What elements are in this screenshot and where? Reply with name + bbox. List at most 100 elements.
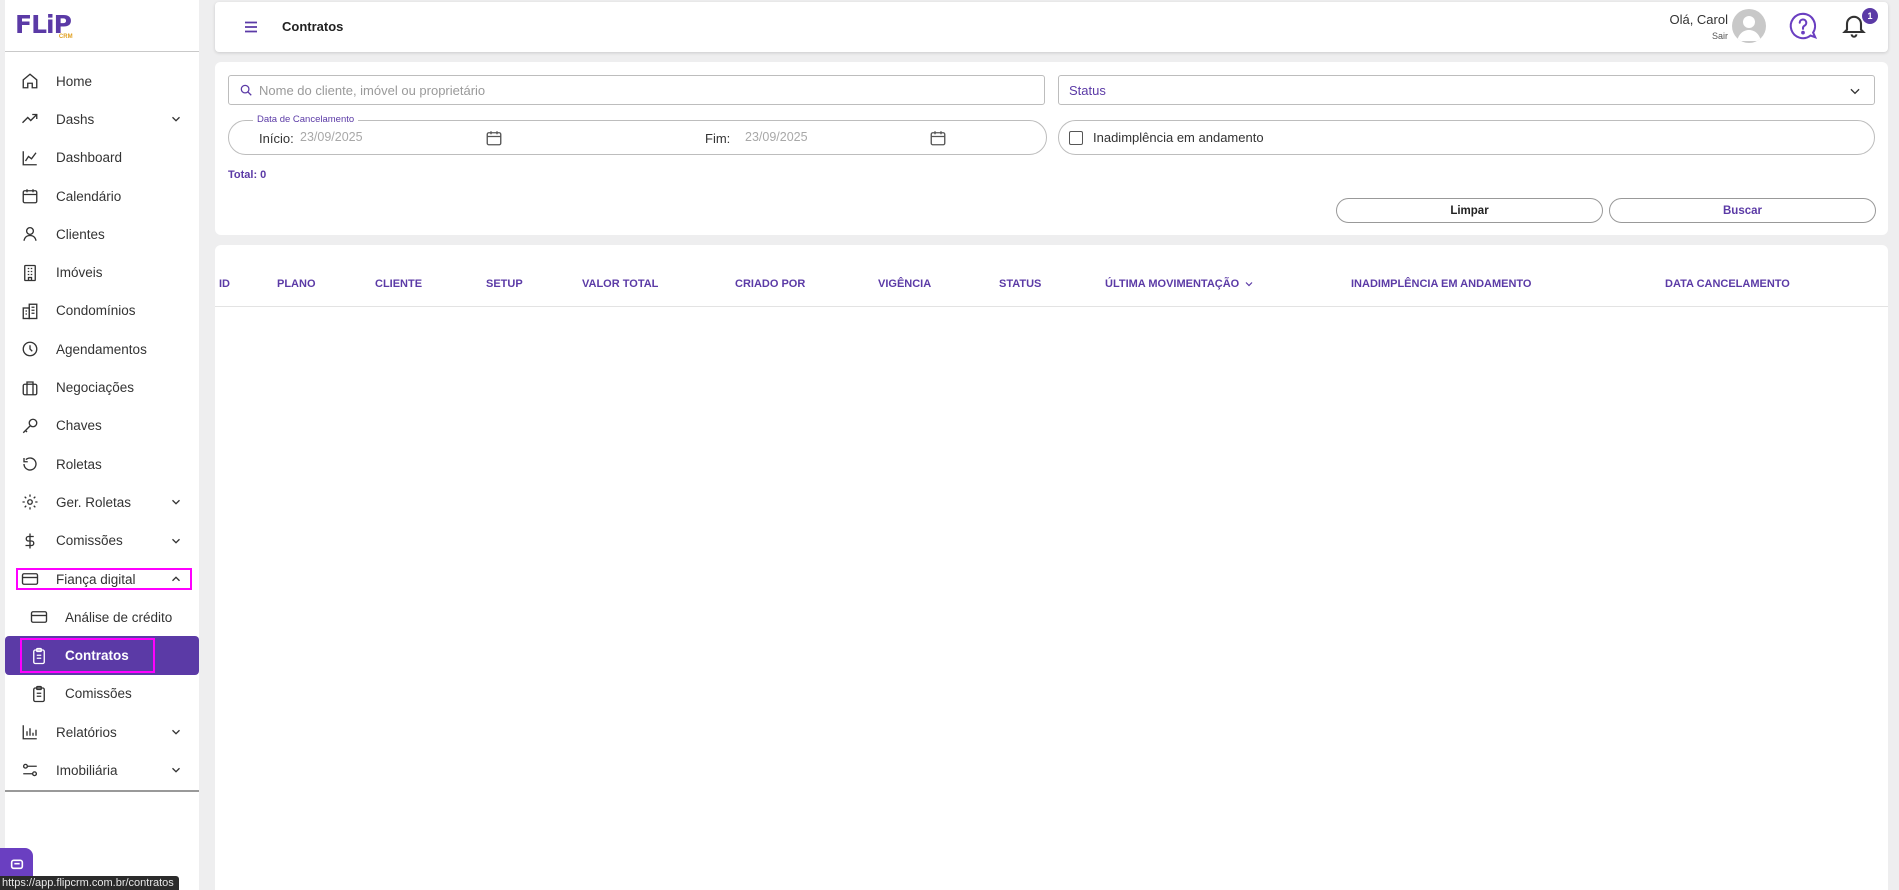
sidebar-item-fianca-digital[interactable]: Fiança digital [5,560,199,598]
sidebar-item-imobiliaria[interactable]: Imobiliária [5,751,199,789]
status-select[interactable]: Status [1058,75,1875,105]
building-icon [20,263,40,283]
buildings-icon [20,301,40,321]
sidebar-item-label: Roletas [56,456,102,472]
sidebar-item-home[interactable]: Home [5,62,199,100]
chat-icon [10,859,23,870]
clock-icon [20,339,40,359]
column-header-ultima-movimentacao[interactable]: ÚLTIMA MOVIMENTAÇÃO [1105,278,1255,290]
trending-up-icon [20,109,40,129]
search-input-wrapper[interactable] [228,75,1045,105]
start-date-label: Início: [259,131,294,146]
sidebar-item-clientes[interactable]: Clientes [5,215,199,253]
briefcase-icon [20,378,40,398]
clear-button[interactable]: Limpar [1336,198,1603,223]
chevron-up-icon[interactable] [169,572,183,586]
sidebar-divider [5,51,199,52]
sidebar-item-relatorios[interactable]: Relatórios [5,713,199,751]
table-header: ID PLANO CLIENTE SETUP VALOR TOTAL CRIAD… [215,245,1888,307]
rotate-icon [20,454,40,474]
user-greeting: Olá, Carol [1669,12,1728,27]
end-date-label: Fim: [705,131,731,146]
sidebar-item-dashboard[interactable]: Dashboard [5,139,199,177]
total-count: Total: 0 [228,169,267,181]
status-bar-url: https://app.flipcrm.com.br/contratos [0,876,179,890]
chevron-down-icon[interactable] [169,725,183,739]
sidebar-item-imoveis[interactable]: Imóveis [5,253,199,291]
sidebar-item-label: Clientes [56,226,105,242]
sidebar-item-agendamentos[interactable]: Agendamentos [5,330,199,368]
clipboard-icon [29,646,49,666]
chevron-down-icon[interactable] [169,112,183,126]
column-header-inadimplencia[interactable]: INADIMPLÊNCIA EM ANDAMENTO [1351,278,1531,290]
calendar-icon[interactable] [485,129,503,147]
sidebar-item-label: Imobiliária [56,762,118,778]
sidebar-item-condominios[interactable]: Condomínios [5,292,199,330]
sidebar: FLiP CRM Home Dashs Dashboard Calendário… [5,0,199,890]
avatar[interactable] [1732,9,1766,43]
default-in-progress-filter[interactable]: Inadimplência em andamento [1058,120,1875,155]
sidebar-item-label: Dashboard [56,150,123,166]
sidebar-item-label: Dashs [56,111,95,127]
user-icon [20,224,40,244]
home-icon [20,71,40,91]
contracts-table: ID PLANO CLIENTE SETUP VALOR TOTAL CRIAD… [215,245,1888,890]
sidebar-item-roletas[interactable]: Roletas [5,445,199,483]
column-header-status[interactable]: STATUS [999,278,1041,290]
column-header-plano[interactable]: PLANO [277,278,316,290]
search-icon [240,84,252,96]
column-header-id[interactable]: ID [219,278,230,290]
search-button[interactable]: Buscar [1609,198,1876,223]
sidebar-item-calendario[interactable]: Calendário [5,177,199,215]
column-header-setup[interactable]: SETUP [486,278,523,290]
flip-logo[interactable]: FLiP CRM [15,12,73,41]
sidebar-item-comissoes[interactable]: Comissões [5,522,199,560]
sidebar-item-label: Comissões [56,533,123,549]
cancel-date-range: Data de Cancelamento Início: 23/09/2025 … [228,114,1047,155]
sidebar-item-label: Relatórios [56,724,117,740]
sidebar-item-ger-roletas[interactable]: Ger. Roletas [5,483,199,521]
chevron-down-icon[interactable] [169,763,183,777]
help-icon[interactable] [1788,11,1818,41]
credit-card-icon [29,607,49,627]
user-avatar-icon [1737,16,1761,41]
sidebar-item-label: Home [56,73,93,89]
calendar-icon[interactable] [929,129,947,147]
date-range-legend: Data de Cancelamento [253,114,359,125]
chevron-down-icon [1850,88,1860,95]
sidebar-divider [5,790,199,792]
sidebar-item-label: Ger. Roletas [56,494,132,510]
column-header-cliente[interactable]: CLIENTE [375,278,422,290]
chevron-down-icon[interactable] [169,534,183,548]
sidebar-item-dashs[interactable]: Dashs [5,100,199,138]
hamburger-menu-icon[interactable] [242,18,260,36]
end-date-input[interactable]: 23/09/2025 [745,130,808,144]
column-header-valor-total[interactable]: VALOR TOTAL [582,278,658,290]
start-date-input[interactable]: 23/09/2025 [300,130,363,144]
column-header-data-cancelamento[interactable]: DATA CANCELAMENTO [1665,278,1790,290]
status-select-label: Status [1069,82,1106,98]
column-header-criado-por[interactable]: CRIADO POR [735,278,805,290]
sidebar-item-label: Condomínios [56,303,136,319]
sidebar-item-label: Calendário [56,188,122,204]
sidebar-item-contratos[interactable]: Contratos [5,636,199,675]
sidebar-item-chaves[interactable]: Chaves [5,407,199,445]
sidebar-item-label: Agendamentos [56,341,147,357]
default-checkbox-label: Inadimplência em andamento [1093,130,1264,145]
sidebar-item-comissoes-fianca[interactable]: Comissões [5,675,199,713]
sidebar-item-label: Análise de crédito [65,609,173,625]
chevron-down-icon[interactable] [169,495,183,509]
sidebar-item-label: Contratos [65,648,129,664]
sidebar-item-analise-credito[interactable]: Análise de crédito [5,598,199,636]
column-header-vigencia[interactable]: VIGÊNCIA [878,278,931,290]
search-input[interactable] [259,82,1019,98]
credit-card-icon [20,569,40,589]
filter-panel: Status Data de Cancelamento Início: 23/0… [215,62,1888,235]
sidebar-item-negociacoes[interactable]: Negociações [5,368,199,406]
line-chart-icon [20,148,40,168]
default-checkbox[interactable] [1069,130,1083,145]
column-header-label: ÚLTIMA MOVIMENTAÇÃO [1105,278,1240,290]
logout-link[interactable]: Sair [1712,31,1728,41]
sidebar-nav: Home Dashs Dashboard Calendário Clientes… [5,62,199,790]
sidebar-item-label: Negociações [56,380,135,396]
